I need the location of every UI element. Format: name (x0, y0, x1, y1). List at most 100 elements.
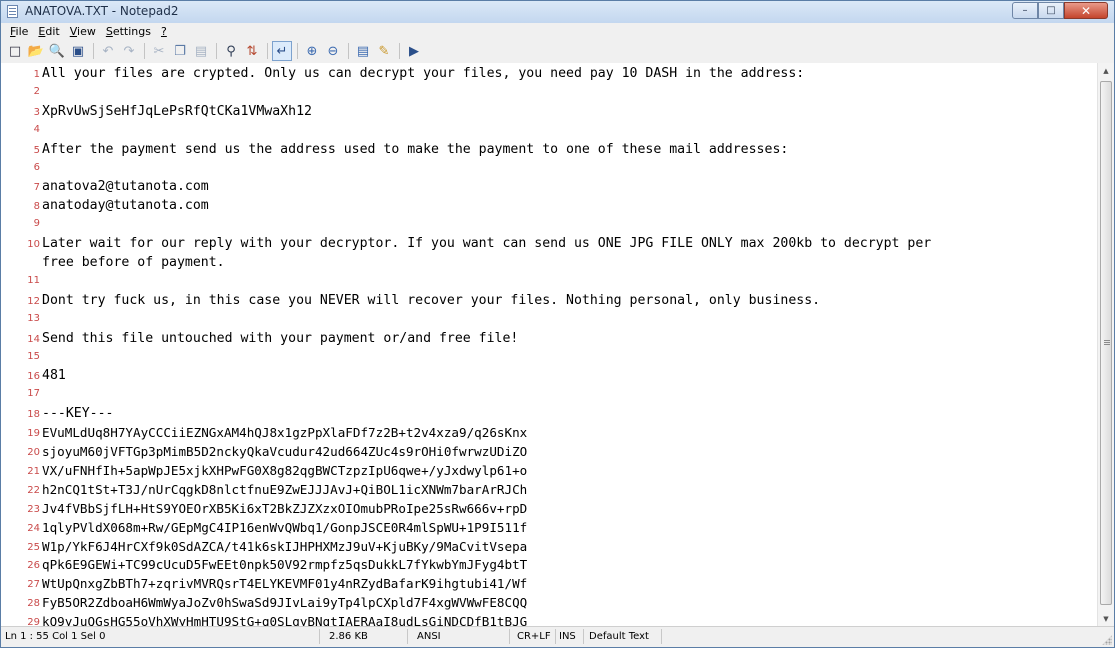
line-text[interactable]: anatoday@tutanota.com (42, 196, 209, 215)
line-number: 8 (33, 201, 40, 213)
line-text[interactable]: Jv4fVBbSjfLH+HtS9YOEOrXB5Ki6xT2BkZJZXzxO… (42, 499, 527, 518)
scheme-icon[interactable]: ▤ (353, 41, 373, 61)
browse-icon[interactable]: 🔍 (47, 41, 67, 61)
scroll-down-icon[interactable]: ▼ (1098, 611, 1114, 627)
minimize-icon: – (1022, 4, 1028, 16)
toolbar-separator (93, 43, 94, 59)
line-text[interactable]: FyB5OR2ZdboaH6WmWyaJoZv0hSwaSd9JIvLai9yT… (42, 593, 527, 612)
line-text[interactable]: WtUpQnxgZbBTh7+zqrivMVRQsrT4ELYKEVMF01y4… (42, 574, 527, 593)
line-text[interactable]: 1qlyPVldX068m+Rw/GEpMgC4IP16enWvQWbq1/Go… (42, 518, 527, 537)
line-text[interactable]: Send this file untouched with your payme… (42, 329, 518, 348)
status-separator (555, 629, 556, 644)
status-separator (509, 629, 510, 644)
line-number: 2 (33, 85, 40, 97)
notepad2-window: ANATOVA.TXT - Notepad2 – □ ✕ File Edit V… (0, 0, 1115, 648)
status-encoding[interactable]: ANSI (417, 631, 441, 642)
status-position: Ln 1 : 55 Col 1 Sel 0 (5, 631, 106, 642)
zoom-out-icon[interactable]: ⊖ (323, 41, 343, 61)
line-text[interactable]: kQ9yJuQGsHG55oVhXWyHmHTU9StG+q0SLgyBNqtI… (42, 612, 527, 627)
line-text[interactable]: XpRvUwSjSeHfJqLePsRfQtCKa1VMwaXh12 (42, 102, 312, 121)
line-text[interactable]: free before of payment. (42, 253, 225, 272)
line-number: 6 (33, 161, 40, 173)
status-bar: Ln 1 : 55 Col 1 Sel 0 2.86 KB ANSI CR+LF… (1, 626, 1114, 647)
status-line-ending[interactable]: CR+LF (517, 631, 551, 642)
line-number: 18 (27, 409, 40, 421)
resize-grip-icon[interactable] (1102, 635, 1112, 645)
line-number: 3 (33, 106, 40, 118)
line-number: 9 (33, 218, 40, 230)
status-insert-mode[interactable]: INS (559, 631, 576, 642)
toolbar: □ 📂 🔍 ▣ ↶ ↷ ✂ ❐ ▤ ⚲ ⇅ ↵ ⊕ ⊖ ▤ ✎ ▶ (1, 39, 1114, 64)
line-number: 24 (27, 522, 40, 534)
toolbar-separator (144, 43, 145, 59)
line-text[interactable]: qPk6E9GEWi+TC99cUcuD5FwEEt0npk50V92rmpfz… (42, 555, 527, 574)
line-text[interactable]: anatova2@tutanota.com (42, 177, 209, 196)
line-text[interactable]: sjoyuM60jVFTGp3pMimB5D2nckyQkaVcudur42ud… (42, 442, 527, 461)
paste-icon[interactable]: ▤ (191, 41, 211, 61)
line-text[interactable]: VX/uFNHfIh+5apWpJE5xjkXHPwFG0X8g82qgBWCT… (42, 461, 527, 480)
line-number: 14 (27, 333, 40, 345)
menu-file[interactable]: File (5, 25, 33, 38)
menu-settings[interactable]: Settings (101, 25, 156, 38)
menu-view[interactable]: View (65, 25, 101, 38)
customize-icon[interactable]: ✎ (374, 41, 394, 61)
toolbar-separator (267, 43, 268, 59)
line-text[interactable]: All your files are crypted. Only us can … (42, 64, 804, 83)
line-number: 27 (27, 579, 40, 591)
status-separator (583, 629, 584, 644)
status-separator (319, 629, 320, 644)
menu-bar: File Edit View Settings ? (1, 23, 1114, 39)
status-separator (407, 629, 408, 644)
line-number: 19 (27, 428, 40, 440)
menu-edit[interactable]: Edit (33, 25, 64, 38)
cut-icon[interactable]: ✂ (149, 41, 169, 61)
line-number: 7 (33, 182, 40, 194)
open-icon[interactable]: 📂 (26, 41, 46, 61)
toolbar-separator (399, 43, 400, 59)
replace-icon[interactable]: ⇅ (242, 41, 262, 61)
status-file-size: 2.86 KB (329, 631, 368, 642)
line-text[interactable]: EVuMLdUq8H7YAyCCCiiEZNGxAM4hQJ8x1gzPpXla… (42, 423, 527, 442)
line-number: 26 (27, 560, 40, 572)
line-number: 20 (27, 447, 40, 458)
line-text[interactable]: h2nCQ1tSt+T3J/nUrCqgkD8nlctfnuE9ZwEJJJAv… (42, 480, 527, 499)
close-icon: ✕ (1080, 3, 1092, 18)
copy-icon[interactable]: ❐ (170, 41, 190, 61)
scroll-up-icon[interactable]: ▲ (1098, 63, 1114, 79)
text-editor[interactable]: 1 All your files are crypted. Only us can… (1, 63, 1097, 627)
save-icon[interactable]: ▣ (68, 41, 88, 61)
scroll-thumb[interactable] (1100, 81, 1112, 605)
maximize-button[interactable]: □ (1038, 2, 1064, 19)
line-number: 16 (27, 371, 40, 383)
line-text[interactable]: Later wait for our reply with your decry… (42, 234, 931, 253)
window-title: ANATOVA.TXT - Notepad2 (25, 4, 179, 18)
notepad-app-icon[interactable] (7, 5, 18, 18)
menu-help[interactable]: ? (156, 25, 172, 38)
line-text[interactable]: 481 (42, 366, 66, 385)
zoom-in-icon[interactable]: ⊕ (302, 41, 322, 61)
undo-icon[interactable]: ↶ (98, 41, 118, 61)
redo-icon[interactable]: ↷ (119, 41, 139, 61)
status-separator (661, 629, 662, 644)
line-text[interactable]: After the payment send us the address us… (42, 140, 788, 159)
line-number: 21 (27, 465, 40, 477)
line-text[interactable]: Dont try fuck us, in this case you NEVER… (42, 291, 820, 310)
line-number: 22 (27, 484, 40, 496)
line-number: 17 (27, 388, 40, 400)
toolbar-separator (297, 43, 298, 59)
exit-icon[interactable]: ▶ (404, 41, 424, 61)
status-scheme[interactable]: Default Text (589, 631, 649, 642)
maximize-icon: □ (1046, 4, 1056, 16)
close-button[interactable]: ✕ (1064, 2, 1108, 19)
vertical-scrollbar[interactable]: ▲ ▼ (1097, 63, 1114, 627)
minimize-button[interactable]: – (1012, 2, 1038, 19)
new-icon[interactable]: □ (5, 41, 25, 61)
line-number: 11 (27, 274, 40, 286)
toolbar-separator (216, 43, 217, 59)
line-text[interactable]: W1p/YkF6J4HrCXf9k0SdAZCA/t41k6skIJHPHXMz… (42, 537, 527, 556)
line-text[interactable]: ---KEY--- (42, 404, 113, 423)
title-bar[interactable]: ANATOVA.TXT - Notepad2 – □ ✕ (1, 1, 1114, 23)
find-icon[interactable]: ⚲ (221, 41, 241, 61)
line-number: 5 (33, 144, 40, 156)
word-wrap-icon[interactable]: ↵ (272, 41, 292, 61)
